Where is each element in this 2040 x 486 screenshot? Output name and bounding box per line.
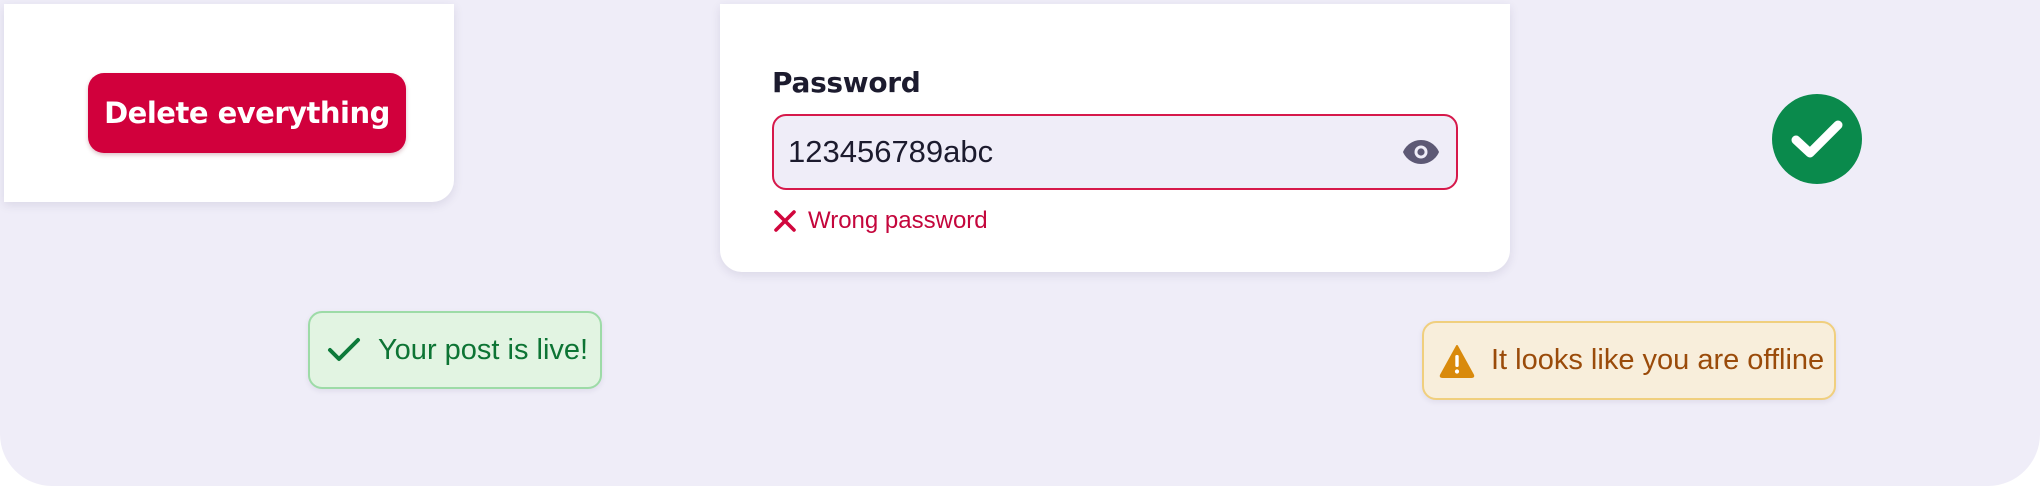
canvas: Delete everything Password Wrong passwor… xyxy=(0,0,2040,486)
check-icon xyxy=(1791,120,1843,158)
close-icon xyxy=(772,208,798,234)
password-label: Password xyxy=(772,66,921,99)
warning-toast: It looks like you are offline xyxy=(1422,321,1836,400)
password-input[interactable] xyxy=(788,116,1368,188)
success-check-badge xyxy=(1772,94,1862,184)
password-card: Password Wrong password xyxy=(720,4,1510,272)
success-toast-message: Your post is live! xyxy=(378,333,589,366)
warning-toast-message: It looks like you are offline xyxy=(1491,344,1825,376)
password-error-text: Wrong password xyxy=(808,207,988,234)
password-error: Wrong password xyxy=(772,204,988,238)
password-field[interactable] xyxy=(772,114,1458,190)
check-icon xyxy=(327,333,361,367)
warning-icon xyxy=(1439,344,1475,378)
success-toast: Your post is live! xyxy=(308,311,602,389)
eye-icon[interactable] xyxy=(1400,132,1442,172)
danger-card: Delete everything xyxy=(4,4,454,202)
delete-everything-button[interactable]: Delete everything xyxy=(88,73,406,153)
